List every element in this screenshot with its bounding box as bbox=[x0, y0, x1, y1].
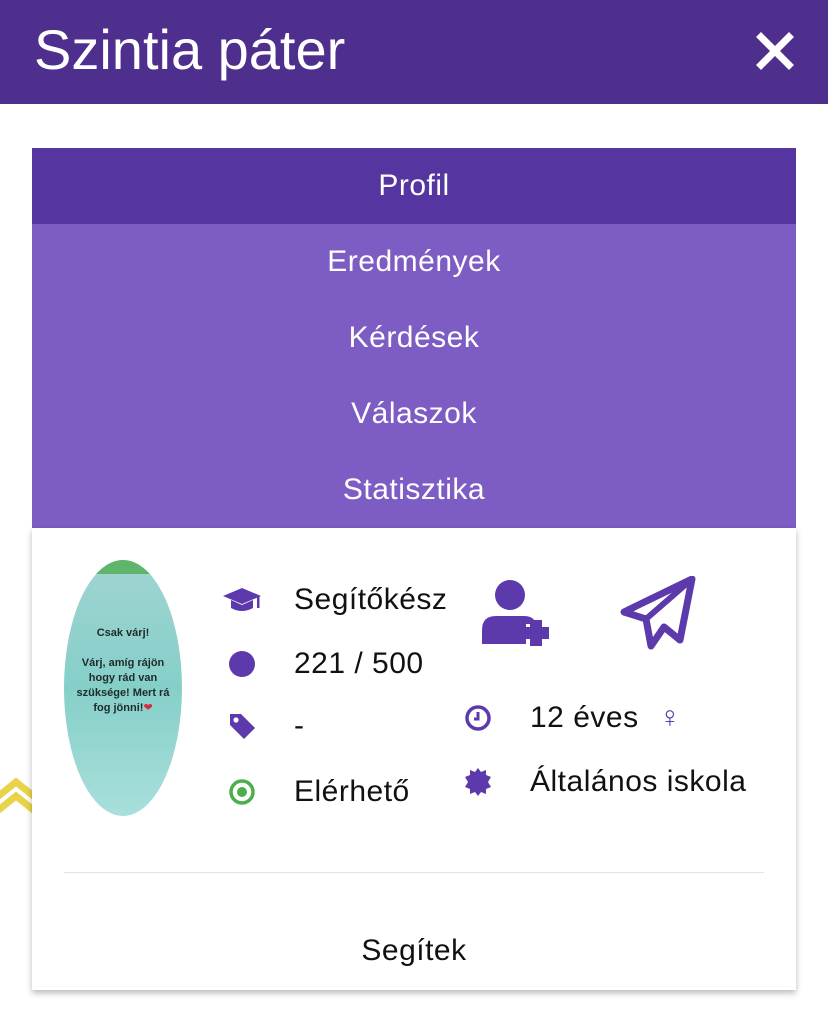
page-title: Szintia páter bbox=[34, 18, 346, 81]
paper-plane-icon bbox=[620, 575, 696, 650]
tab-statisztika[interactable]: Statisztika bbox=[32, 452, 796, 528]
add-friend-button[interactable] bbox=[480, 578, 566, 651]
user-plus-icon bbox=[482, 580, 549, 646]
help-button[interactable]: Segítek bbox=[32, 934, 796, 968]
circle-icon bbox=[222, 644, 262, 684]
avatar-top-strip bbox=[64, 560, 182, 574]
venus-icon: ♀ bbox=[658, 701, 682, 734]
close-icon bbox=[756, 32, 794, 70]
age-row: 12 éves ♀ bbox=[458, 698, 682, 738]
status-text: Elérhető bbox=[294, 775, 410, 808]
tag-row: - bbox=[222, 706, 305, 746]
dot-circle-icon bbox=[222, 772, 262, 812]
profile-card: Csak várj! Várj, amíg rájön hogy rád van… bbox=[32, 528, 796, 990]
clock-icon bbox=[458, 698, 498, 738]
rank-text: Segítőkész bbox=[294, 583, 448, 616]
school-row: Általános iskola bbox=[458, 762, 746, 802]
rank-row: Segítőkész bbox=[222, 580, 447, 620]
avatar-image-text: Csak várj! Várj, amíg rájön hogy rád van… bbox=[76, 627, 170, 714]
app-header: Szintia páter bbox=[0, 0, 828, 104]
certificate-icon bbox=[458, 762, 498, 802]
status-row: Elérhető bbox=[222, 772, 410, 812]
tab-valaszok[interactable]: Válaszok bbox=[32, 376, 796, 452]
send-message-button[interactable] bbox=[620, 575, 696, 657]
tag-icon bbox=[222, 706, 262, 746]
profile-tabs: Profil Eredmények Kérdések Válaszok Stat… bbox=[32, 148, 796, 528]
tab-profil[interactable]: Profil bbox=[32, 148, 796, 224]
points-row: 221 / 500 bbox=[222, 644, 424, 684]
school-text: Általános iskola bbox=[530, 765, 747, 798]
close-button[interactable] bbox=[752, 28, 798, 74]
graduation-cap-icon bbox=[222, 580, 262, 620]
tab-eredmenyek[interactable]: Eredmények bbox=[32, 224, 796, 300]
divider bbox=[64, 872, 764, 873]
points-text: 221 / 500 bbox=[294, 647, 424, 680]
avatar[interactable]: Csak várj! Várj, amíg rájön hogy rád van… bbox=[64, 560, 182, 816]
tab-kerdesek[interactable]: Kérdések bbox=[32, 300, 796, 376]
tag-text: - bbox=[294, 709, 305, 742]
age-text: 12 éves bbox=[530, 701, 639, 734]
